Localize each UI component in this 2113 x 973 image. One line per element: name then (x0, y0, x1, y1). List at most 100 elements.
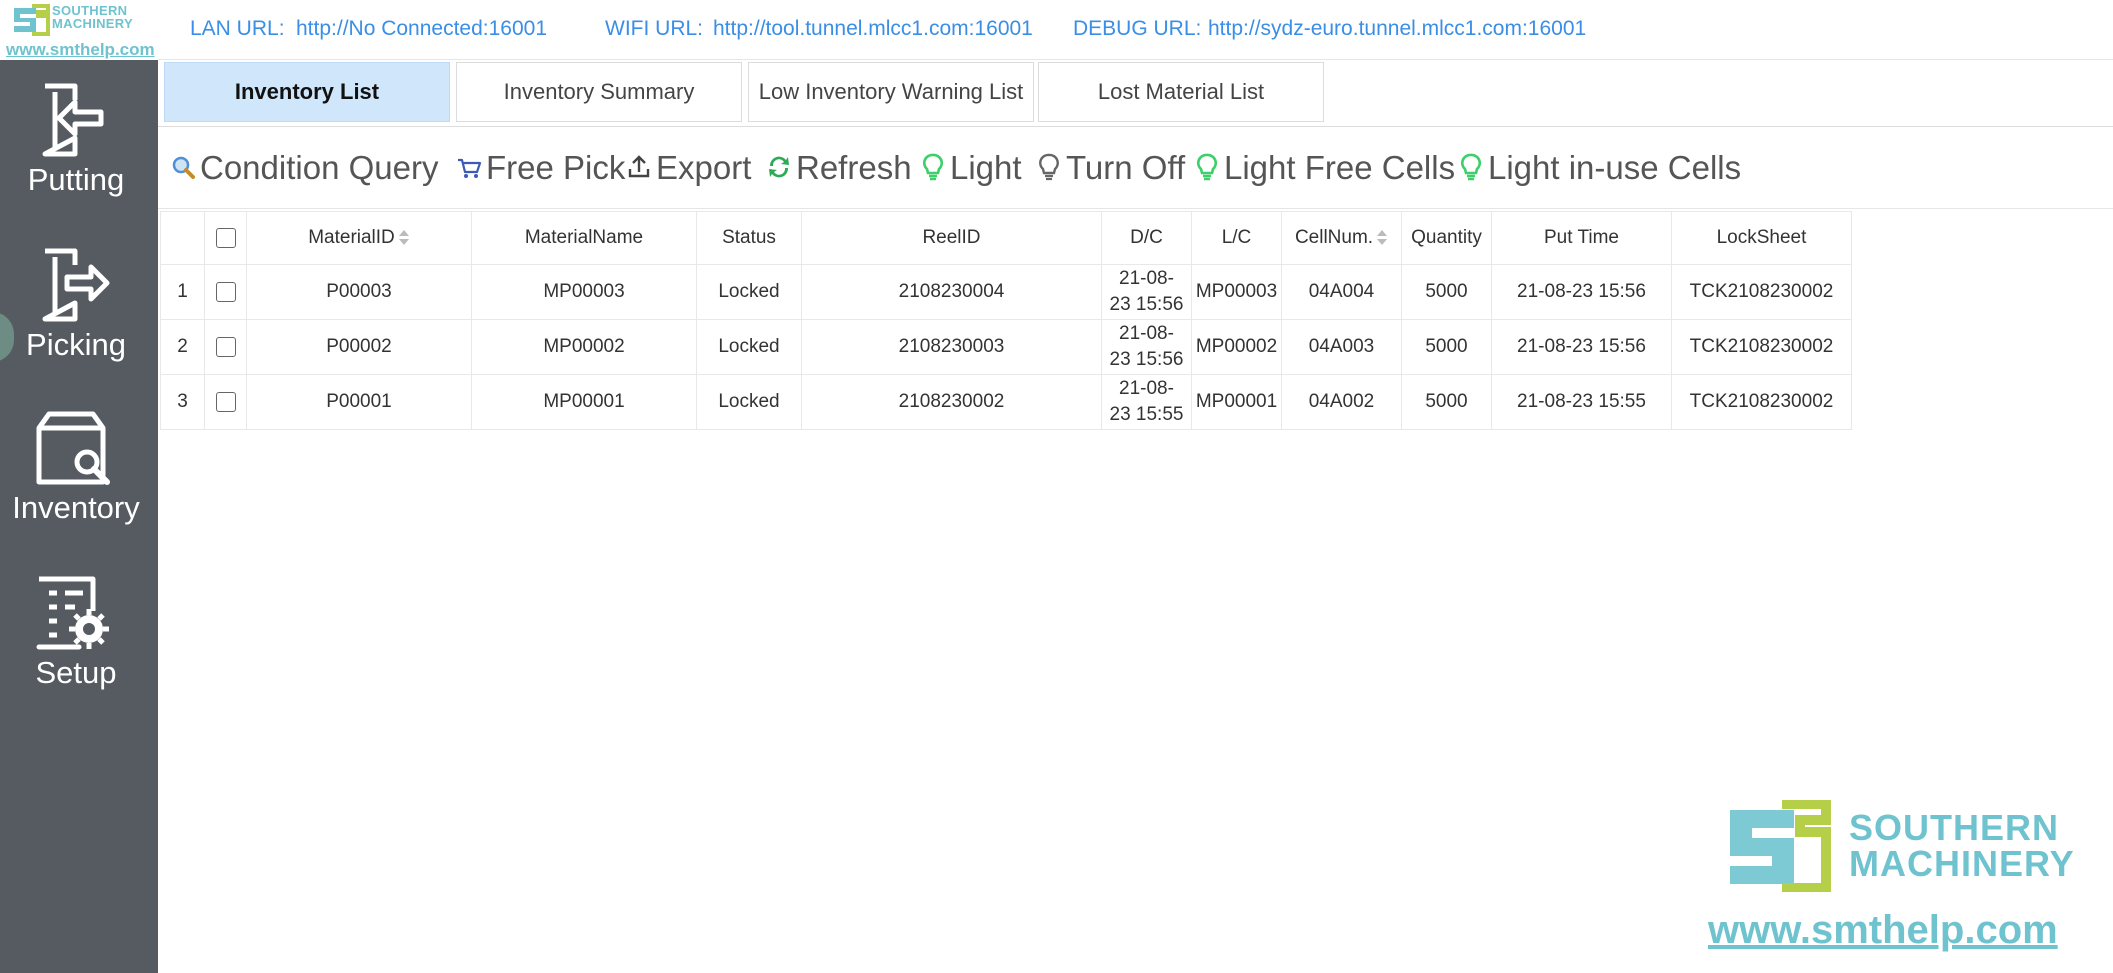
sidebar-item-putting[interactable]: Putting (0, 82, 158, 242)
table-row[interactable]: 1 P00003 MP00003 Locked 2108230004 21-08… (160, 264, 1852, 320)
cell-quantity: 5000 (1401, 374, 1492, 430)
tab-lost-material-list[interactable]: Lost Material List (1038, 62, 1324, 122)
table-row[interactable]: 2 P00002 MP00002 Locked 2108230003 21-08… (160, 319, 1852, 375)
cell-status: Locked (696, 374, 802, 430)
cell-put-time: 21-08-23 15:56 (1491, 319, 1672, 375)
export-button[interactable]: Export (626, 145, 751, 191)
table-row[interactable]: 3 P00001 MP00001 Locked 2108230002 21-08… (160, 374, 1852, 430)
inventory-table: MaterialID MaterialName Status ReelID D/… (160, 211, 1852, 430)
sort-icon[interactable] (1376, 229, 1388, 247)
column-header-materialname: MaterialName (471, 211, 697, 265)
light-free-cells-button[interactable]: Light Free Cells (1194, 145, 1455, 191)
cell-quantity: 5000 (1401, 319, 1492, 375)
sidebar-item-inventory[interactable]: Inventory (0, 410, 158, 570)
bulb-on-icon (1196, 153, 1218, 181)
row-checkbox[interactable] (215, 336, 236, 357)
sidebar-item-label: Picking (26, 327, 126, 362)
watermark-logo-icon (1730, 800, 1831, 892)
select-all-checkbox[interactable] (215, 227, 236, 248)
cell-material-id: P00002 (246, 319, 472, 375)
sidebar-item-setup[interactable]: Setup (0, 575, 158, 735)
row-select-cell (204, 264, 247, 320)
upload-icon (628, 155, 650, 178)
connection-url-bar: LAN URL: http://No Connected:16001 WIFI … (158, 0, 2113, 60)
column-header-quantity: Quantity (1401, 211, 1492, 265)
row-number: 2 (160, 319, 205, 375)
refresh-button[interactable]: Refresh (766, 145, 912, 191)
inventory-icon (36, 411, 110, 485)
bulb-on-icon (922, 153, 944, 181)
cell-material-id: P00001 (246, 374, 472, 430)
brand-logo-icon (14, 4, 50, 36)
column-header-status: Status (696, 211, 802, 265)
sort-icon[interactable] (398, 229, 410, 247)
brand-logo: SOUTHERN MACHINERY www.smthelp.com (0, 0, 158, 60)
table-header-row: MaterialID MaterialName Status ReelID D/… (160, 211, 1852, 265)
row-number: 1 (160, 264, 205, 320)
debug-url-label: DEBUG URL: (1073, 17, 1202, 40)
cell-status: Locked (696, 319, 802, 375)
turn-off-button[interactable]: Turn Off (1036, 145, 1185, 191)
cell-lock-sheet: TCK2108230002 (1671, 374, 1852, 430)
row-select-cell (204, 319, 247, 375)
cell-reel-id: 2108230002 (801, 374, 1102, 430)
putting-icon (42, 83, 104, 157)
brand-url: www.smthelp.com (6, 40, 155, 59)
tab-inventory-list[interactable]: Inventory List (164, 62, 450, 122)
debug-url-value: http://sydz-euro.tunnel.mlcc1.com:16001 (1208, 17, 1587, 40)
watermark-brand-url: www.smthelp.com (1708, 908, 2058, 952)
lan-url-value: http://No Connected:16001 (296, 17, 548, 40)
column-header-reelid: ReelID (801, 211, 1102, 265)
cell-material-id: P00003 (246, 264, 472, 320)
column-header-select (204, 211, 247, 265)
light-in-use-cells-button[interactable]: Light in-use Cells (1458, 145, 1741, 191)
column-header-cellnum[interactable]: CellNum. (1281, 211, 1402, 265)
row-checkbox[interactable] (215, 281, 236, 302)
sidebar-item-label: Putting (27, 162, 125, 197)
column-header-locksheet: LockSheet (1671, 211, 1852, 265)
cell-dc: 21-08- 23 15:55 (1101, 374, 1192, 430)
cell-reel-id: 2108230003 (801, 319, 1102, 375)
cell-lock-sheet: TCK2108230002 (1671, 264, 1852, 320)
search-icon (172, 157, 195, 180)
cart-icon (458, 159, 482, 179)
cell-material-name: MP00002 (471, 319, 697, 375)
column-header-put-time: Put Time (1491, 211, 1672, 265)
column-header-index (160, 211, 205, 265)
picking-icon (42, 248, 110, 322)
lan-url-label: LAN URL: (190, 17, 285, 40)
bulb-off-icon (1039, 154, 1059, 181)
free-pick-button[interactable]: Free Pick (456, 145, 625, 191)
row-select-cell (204, 374, 247, 430)
cell-material-name: MP00003 (471, 264, 697, 320)
setup-icon (36, 576, 109, 650)
condition-query-button[interactable]: Condition Query (170, 145, 438, 191)
cell-quantity: 5000 (1401, 264, 1492, 320)
row-number: 3 (160, 374, 205, 430)
cell-cell-num: 04A004 (1281, 264, 1402, 320)
tab-inventory-summary[interactable]: Inventory Summary (456, 62, 742, 122)
cell-lc: MP00003 (1191, 264, 1282, 320)
cell-cell-num: 04A003 (1281, 319, 1402, 375)
sidebar: SOUTHERN MACHINERY www.smthelp.com Putti… (0, 0, 158, 973)
cell-status: Locked (696, 264, 802, 320)
watermark-brand-name: SOUTHERN MACHINERY (1849, 807, 2075, 884)
toolbar-divider (158, 208, 2113, 209)
bulb-on-icon (1460, 153, 1482, 181)
cell-dc: 21-08- 23 15:56 (1101, 319, 1192, 375)
light-button[interactable]: Light (920, 145, 1022, 191)
row-checkbox[interactable] (215, 391, 236, 412)
sidebar-item-label: Inventory (12, 490, 140, 525)
column-header-dc: D/C (1101, 211, 1192, 265)
wifi-url-value: http://tool.tunnel.mlcc1.com:16001 (713, 17, 1033, 40)
tab-low-inventory-warning-list[interactable]: Low Inventory Warning List (748, 62, 1034, 122)
wifi-url-label: WIFI URL: (605, 17, 703, 40)
cell-cell-num: 04A002 (1281, 374, 1402, 430)
sidebar-item-picking[interactable]: Picking (0, 247, 158, 407)
cell-lc: MP00001 (1191, 374, 1282, 430)
tab-divider (158, 126, 2113, 127)
cell-reel-id: 2108230004 (801, 264, 1102, 320)
column-header-materialid[interactable]: MaterialID (246, 211, 472, 265)
sidebar-item-label: Setup (35, 655, 117, 690)
brand-name: SOUTHERN MACHINERY (52, 3, 133, 31)
